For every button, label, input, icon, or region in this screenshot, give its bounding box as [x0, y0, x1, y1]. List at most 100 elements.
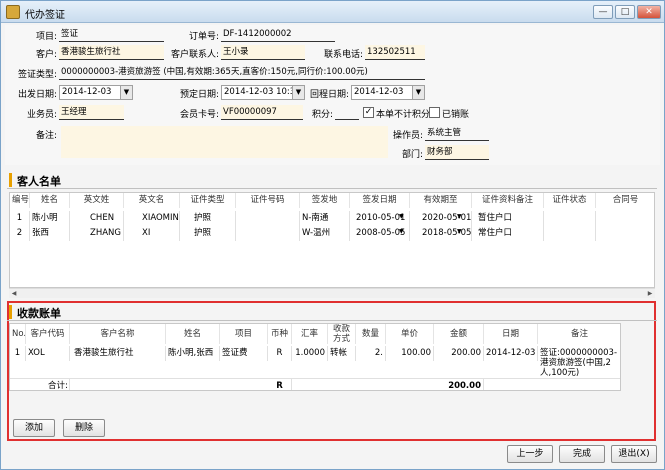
column-header[interactable]: 备注: [538, 324, 620, 344]
chevron-down-icon[interactable]: ▼: [120, 86, 132, 99]
table-row[interactable]: 1 XOL 香港骏生旅行社 陈小明,张西 签证费 R 1.0000 转帐 2. …: [10, 346, 620, 378]
exit-button[interactable]: 退出(X): [611, 445, 657, 463]
guest-given-name-en[interactable]: XI: [124, 226, 180, 241]
column-header[interactable]: 客户代码: [26, 324, 70, 344]
column-header[interactable]: 收款方式: [328, 324, 356, 344]
column-header[interactable]: 客户名称: [70, 324, 166, 344]
reserve-date-picker[interactable]: 2014-12-03 10:31 ▼: [221, 85, 305, 100]
prev-step-button[interactable]: 上一步: [507, 445, 553, 463]
column-header[interactable]: 有效期至: [410, 193, 472, 208]
phone-field[interactable]: 132502511: [365, 45, 425, 60]
column-header[interactable]: 证件状态: [544, 193, 596, 208]
bill-payment-method[interactable]: 转帐: [328, 346, 356, 361]
return-date-picker[interactable]: 2014-12-03 ▼: [351, 85, 425, 100]
scroll-left-icon[interactable]: ◀: [9, 289, 19, 299]
chevron-down-icon[interactable]: ▼: [399, 213, 404, 220]
column-header[interactable]: 单价: [386, 324, 434, 344]
member-card-field[interactable]: VF00000097: [221, 105, 303, 120]
add-button[interactable]: 添加: [13, 419, 55, 437]
guest-surname-en[interactable]: CHEN: [70, 211, 124, 226]
visa-type-field[interactable]: 0000000003-港资旅游签 (中国,有效期:365天,直客价:150元,同…: [59, 65, 425, 80]
depart-date-label: 出发日期:: [17, 90, 57, 100]
column-header[interactable]: 签发地: [300, 193, 350, 208]
chevron-down-icon[interactable]: ▼: [412, 86, 424, 99]
column-header[interactable]: 汇率: [292, 324, 328, 344]
section-marker: [9, 305, 12, 319]
sales-label: 业务员:: [26, 110, 57, 120]
chevron-down-icon[interactable]: ▼: [399, 228, 404, 235]
scroll-right-icon[interactable]: ▶: [645, 289, 655, 299]
order-field[interactable]: DF-1412000002: [221, 27, 335, 42]
bill-remark[interactable]: 签证:0000000003-港资旅游签(中国,2人,100元): [538, 346, 620, 378]
guest-list-title: 客人名单: [17, 175, 61, 188]
column-header[interactable]: 编号: [10, 193, 30, 208]
guest-id-type[interactable]: 护照: [180, 226, 236, 241]
chevron-down-icon[interactable]: ▼: [457, 213, 462, 220]
column-header[interactable]: 日期: [484, 324, 538, 344]
contact-field[interactable]: 王小录: [221, 45, 305, 60]
guest-id-number[interactable]: [236, 211, 300, 226]
no-points-label: 本单不计积分: [376, 110, 431, 120]
bill-unit-price[interactable]: 100.00: [386, 346, 434, 361]
guest-id-remark[interactable]: 暂住户口: [472, 211, 544, 226]
finish-button[interactable]: 完成: [559, 445, 605, 463]
column-header[interactable]: 合同号: [596, 193, 654, 208]
guest-id-type[interactable]: 护照: [180, 211, 236, 226]
no-points-checkbox[interactable]: ✓: [363, 107, 374, 118]
guest-name[interactable]: 张西: [30, 226, 70, 241]
close-button[interactable]: ✕: [637, 5, 661, 19]
guest-no: 1: [10, 211, 30, 226]
column-header[interactable]: 姓名: [30, 193, 70, 208]
bill-rate[interactable]: 1.0000: [292, 346, 328, 361]
bill-item[interactable]: 签证费: [220, 346, 268, 361]
cancelled-checkbox[interactable]: [429, 107, 440, 118]
column-header[interactable]: 证件资料备注: [472, 193, 544, 208]
chevron-down-icon[interactable]: ▼: [457, 228, 462, 235]
delete-button[interactable]: 删除: [63, 419, 105, 437]
column-header[interactable]: 英文名: [124, 193, 180, 208]
operator-label: 操作员:: [392, 131, 423, 141]
guest-expiry-date[interactable]: 2018-05-05: [410, 226, 472, 241]
guest-given-name-en[interactable]: XIAOMING: [124, 211, 180, 226]
guest-id-number[interactable]: [236, 226, 300, 241]
bill-names[interactable]: 陈小明,张西: [166, 346, 220, 361]
column-header[interactable]: 项目: [220, 324, 268, 344]
operator-field: 系统主管: [425, 126, 489, 141]
column-header[interactable]: 英文姓: [70, 193, 124, 208]
guest-issue-place[interactable]: N-南通: [300, 211, 350, 226]
column-header[interactable]: 数量: [356, 324, 386, 344]
customer-field[interactable]: 香港骏生旅行社: [59, 45, 164, 60]
bill-quantity[interactable]: 2.: [356, 346, 386, 361]
table-row[interactable]: 1 陈小明 CHEN XIAOMING 护照 N-南通 2010-05-01 2…: [10, 211, 654, 226]
column-header[interactable]: 币种: [268, 324, 292, 344]
depart-date-picker[interactable]: 2014-12-03 ▼: [59, 85, 133, 100]
column-header[interactable]: 证件类型: [180, 193, 236, 208]
maximize-button[interactable]: □: [615, 5, 635, 19]
horizontal-scrollbar[interactable]: ◀ ▶: [9, 288, 655, 298]
project-field[interactable]: 签证: [59, 27, 164, 42]
column-header[interactable]: 证件号码: [236, 193, 300, 208]
bill-date[interactable]: 2014-12-03: [484, 346, 538, 361]
guest-id-remark[interactable]: 常住户口: [472, 226, 544, 241]
points-field[interactable]: [335, 105, 359, 120]
bill-customer-name[interactable]: 香港骏生旅行社: [70, 346, 166, 361]
guest-name[interactable]: 陈小明: [30, 211, 70, 226]
guest-contract[interactable]: [596, 211, 654, 226]
column-header[interactable]: 金额: [434, 324, 484, 344]
guest-issue-place[interactable]: W-温州: [300, 226, 350, 241]
bill-customer-code[interactable]: XOL: [26, 346, 70, 361]
guest-expiry-date[interactable]: 2020-05-01: [410, 211, 472, 226]
column-header[interactable]: No.: [10, 324, 26, 344]
guest-contract[interactable]: [596, 226, 654, 241]
bill-amount[interactable]: 200.00: [434, 346, 484, 361]
bill-currency[interactable]: R: [268, 346, 292, 361]
minimize-button[interactable]: —: [593, 5, 613, 19]
column-header[interactable]: 姓名: [166, 324, 220, 344]
sales-field[interactable]: 王经理: [59, 105, 124, 120]
guest-id-status[interactable]: [544, 211, 596, 226]
remark-textarea[interactable]: [61, 126, 388, 158]
column-header[interactable]: 签发日期: [350, 193, 410, 208]
guest-surname-en[interactable]: ZHANG: [70, 226, 124, 241]
table-row[interactable]: 2 张西 ZHANG XI 护照 W-温州 2008-05-05 2018-05…: [10, 226, 654, 241]
guest-id-status[interactable]: [544, 226, 596, 241]
